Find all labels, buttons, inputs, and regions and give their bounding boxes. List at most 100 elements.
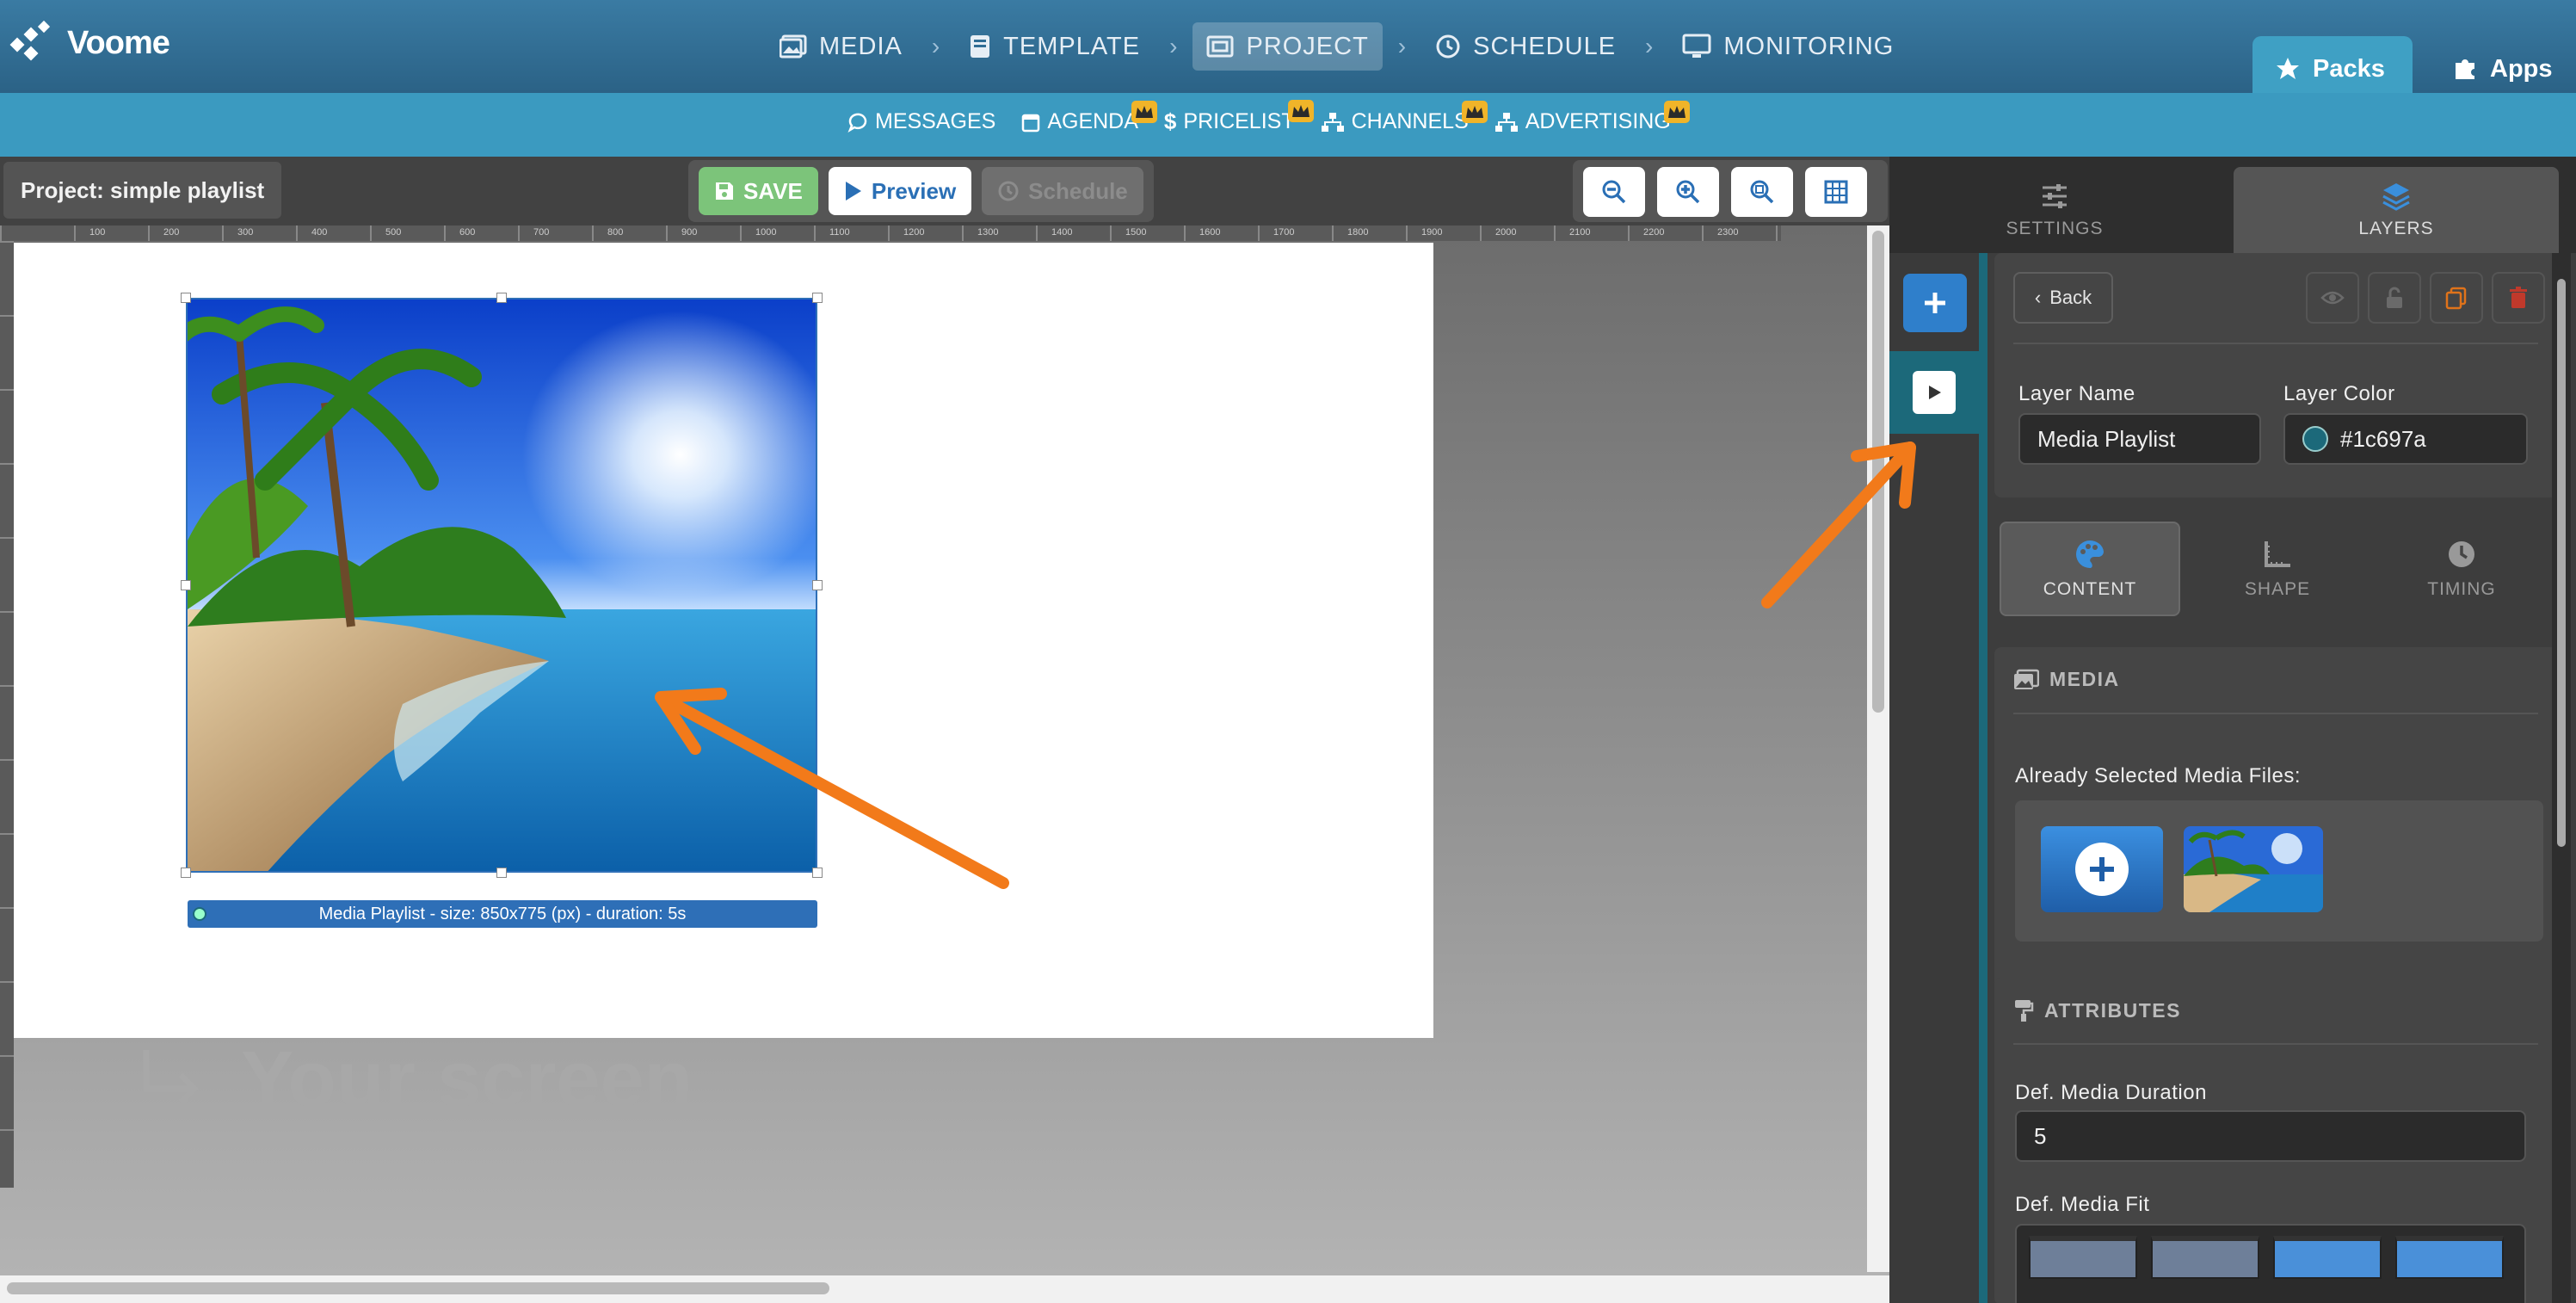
subnav-messages-label: MESSAGES: [875, 109, 996, 133]
calendar-icon: [1022, 114, 1040, 132]
canvas-horizontal-scrollbar[interactable]: [0, 1275, 1889, 1303]
resize-handle-e[interactable]: [812, 580, 823, 590]
add-layer-button[interactable]: [1903, 274, 1967, 332]
vertical-ruler: [0, 241, 14, 1188]
delete-layer-button[interactable]: [2492, 272, 2545, 324]
scroll-thumb[interactable]: [1872, 231, 1884, 713]
fit-option-selected[interactable]: [2273, 1236, 2382, 1279]
add-media-button[interactable]: [2041, 826, 2163, 912]
preview-button[interactable]: Preview: [828, 167, 972, 215]
subnav-agenda[interactable]: AGENDA: [1021, 101, 1157, 134]
copy-icon: [2445, 287, 2467, 310]
grid-toggle-button[interactable]: [1805, 167, 1867, 217]
ruler-tick-label: 200: [163, 227, 180, 238]
premium-crown-icon: [1131, 101, 1157, 123]
resize-handle-w[interactable]: [181, 580, 191, 590]
canvas-vertical-scrollbar[interactable]: [1867, 225, 1889, 1272]
zoom-out-button[interactable]: [1583, 167, 1645, 217]
layer-color-dot: [193, 907, 206, 921]
subnav-channels[interactable]: CHANNELS: [1321, 101, 1488, 134]
editor-toolbar: Project: simple playlist SAVE Preview Sc…: [0, 157, 1889, 225]
resize-handle-sw[interactable]: [181, 868, 191, 878]
layer-color-field[interactable]: #1c697a: [2283, 413, 2528, 465]
duplicate-layer-button[interactable]: [2430, 272, 2483, 324]
resize-handle-ne[interactable]: [812, 293, 823, 303]
trash-icon: [2510, 287, 2527, 308]
resize-handle-nw[interactable]: [181, 293, 191, 303]
tab-timing-label: TIMING: [2427, 579, 2496, 599]
step-media-label: MEDIA: [819, 32, 903, 60]
step-template[interactable]: TEMPLATE: [955, 22, 1154, 71]
play-icon: [1929, 386, 1941, 399]
tab-shape-label: SHAPE: [2244, 579, 2311, 599]
chevron-right-icon: ›: [1397, 33, 1407, 59]
visibility-toggle[interactable]: [2306, 272, 2359, 324]
resize-handle-se[interactable]: [812, 868, 823, 878]
subnav-messages[interactable]: MESSAGES: [847, 109, 995, 134]
subnav-pricelist[interactable]: $ PRICELIST: [1163, 100, 1314, 135]
fit-option[interactable]: [2151, 1236, 2259, 1279]
ruler-tick-label: 1900: [1421, 227, 1443, 238]
zoom-fit-button[interactable]: [1731, 167, 1793, 217]
palette-icon: [2076, 540, 2105, 568]
screen-canvas[interactable]: Media Playlist - size: 850x775 (px) - du…: [14, 243, 1433, 1038]
tab-layers[interactable]: LAYERS: [2234, 167, 2559, 253]
tab-shape[interactable]: SHAPE: [2187, 522, 2368, 616]
layer-name-field[interactable]: Media Playlist: [2018, 413, 2261, 465]
scroll-thumb[interactable]: [7, 1282, 829, 1294]
workflow-steps: MEDIA › TEMPLATE › PROJECT › SCHEDULE › …: [766, 22, 1907, 71]
layer-item-media-playlist[interactable]: [1889, 351, 1979, 434]
layer-color-value: #1c697a: [2340, 425, 2426, 452]
schedule-button[interactable]: Schedule: [982, 167, 1143, 215]
ruler-tick-label: 800: [607, 227, 624, 238]
lock-toggle[interactable]: [2368, 272, 2421, 324]
step-media[interactable]: MEDIA: [766, 22, 916, 71]
resize-handle-s[interactable]: [496, 868, 507, 878]
divider: [2013, 713, 2538, 714]
scroll-thumb[interactable]: [2557, 279, 2566, 847]
packs-tab[interactable]: Packs: [2252, 36, 2413, 102]
color-swatch[interactable]: [2302, 426, 2328, 452]
step-project[interactable]: PROJECT: [1192, 22, 1383, 71]
tab-timing[interactable]: TIMING: [2371, 522, 2552, 616]
chevron-right-icon: ›: [931, 33, 940, 59]
def-duration-input[interactable]: 5: [2015, 1110, 2526, 1162]
eye-icon: [2320, 291, 2345, 305]
beach-thumbnail-image: [2184, 826, 2323, 912]
already-selected-label: Already Selected Media Files:: [2015, 764, 2301, 787]
sliders-icon: [2043, 184, 2067, 208]
fit-option[interactable]: [2029, 1236, 2137, 1279]
panel-scrollbar[interactable]: [2552, 253, 2571, 1303]
zoom-in-icon: [1676, 180, 1700, 204]
def-duration-label: Def. Media Duration: [2015, 1081, 2207, 1104]
zoom-in-button[interactable]: [1657, 167, 1719, 217]
save-button[interactable]: SAVE: [699, 167, 818, 215]
plus-icon: [2090, 857, 2114, 881]
attributes-section: ATTRIBUTES Def. Media Duration 5 Def. Me…: [1994, 978, 2557, 1303]
voome-logo[interactable]: Voome: [9, 17, 170, 69]
packs-label: Packs: [2313, 54, 2385, 83]
your-screen-label: Your screen: [138, 1034, 693, 1125]
ruler-tick-label: 2100: [1569, 227, 1591, 238]
media-file-thumbnail[interactable]: [2184, 826, 2323, 912]
tab-settings[interactable]: SETTINGS: [1889, 167, 2220, 253]
back-button[interactable]: ‹ Back: [2013, 272, 2113, 324]
resize-handle-n[interactable]: [496, 293, 507, 303]
subnav-advertising[interactable]: ADVERTISING: [1494, 101, 1690, 134]
logo-icon: [9, 20, 51, 61]
fit-option[interactable]: [2395, 1236, 2504, 1279]
apps-tab[interactable]: Apps: [2430, 36, 2576, 102]
canvas-stage: 100 200 300 400 500 600 700 800 900 1000 1100 1200 1…: [0, 225, 1889, 1303]
puzzle-icon: [2456, 59, 2474, 79]
tab-content[interactable]: CONTENT: [2000, 522, 2180, 616]
back-label: Back: [2049, 287, 2092, 308]
step-schedule[interactable]: SCHEDULE: [1421, 22, 1630, 71]
step-schedule-label: SCHEDULE: [1473, 32, 1617, 60]
ruler-tick-label: 400: [311, 227, 328, 238]
preview-label: Preview: [871, 177, 957, 204]
step-monitoring[interactable]: MONITORING: [1668, 22, 1907, 71]
star-icon: [2277, 58, 2299, 79]
dollar-icon: $: [1163, 108, 1177, 134]
project-title: Project: simple playlist: [3, 162, 282, 219]
media-playlist-layer[interactable]: [186, 298, 817, 873]
